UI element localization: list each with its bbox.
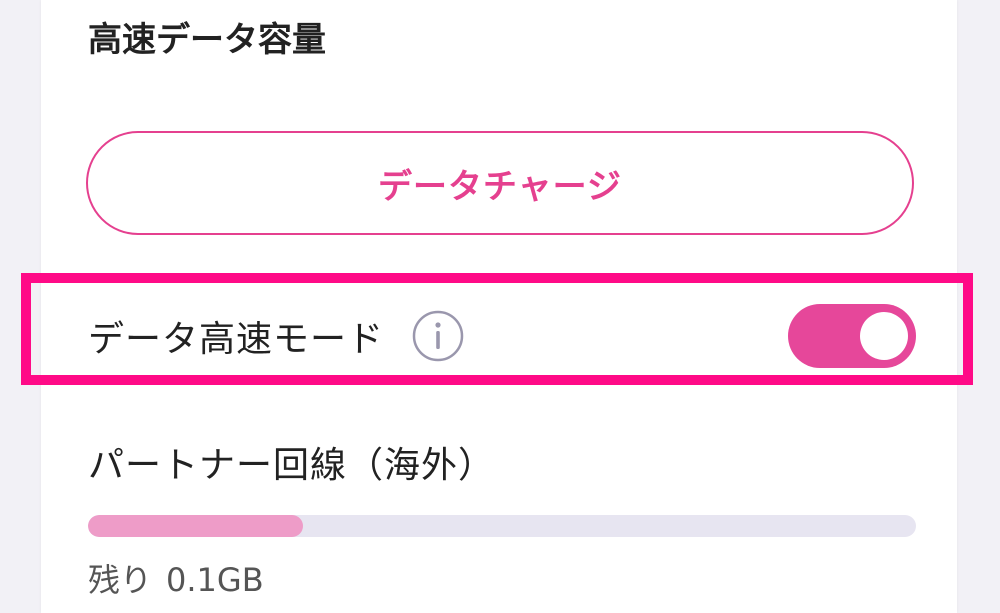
info-circle-icon[interactable] (412, 310, 464, 362)
remaining-data: 残り 0.1GB (88, 556, 264, 604)
data-speed-mode-label: データ高速モード (88, 319, 385, 360)
section-title: 高速データ容量 (88, 20, 326, 60)
remaining-value: 0.1GB (166, 561, 264, 599)
data-speed-mode-toggle[interactable] (788, 304, 916, 368)
partner-line-progress-fill (88, 515, 304, 537)
remaining-label: 残り (88, 561, 153, 599)
data-speed-mode-row: データ高速モード (88, 296, 916, 376)
partner-line-label: パートナー回線（海外） (88, 445, 496, 486)
toggle-knob (860, 312, 908, 360)
data-charge-button[interactable]: データチャージ (86, 131, 914, 235)
partner-line-progress-bar (88, 515, 916, 537)
